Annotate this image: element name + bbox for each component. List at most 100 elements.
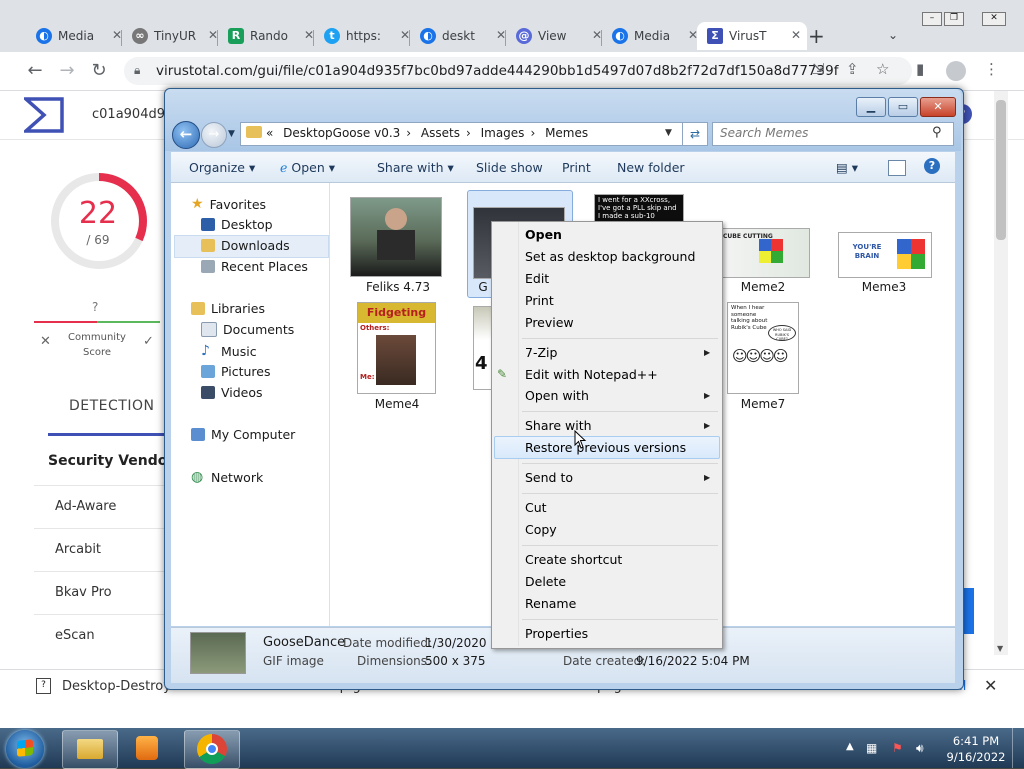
start-button[interactable] — [6, 730, 44, 768]
tab-media-2[interactable]: ◐ Media ✕ — [602, 22, 704, 50]
explorer-back-icon[interactable]: ← — [172, 121, 200, 149]
profile-avatar[interactable] — [946, 61, 966, 81]
menu-item-copy[interactable]: Copy — [525, 522, 557, 537]
nav-favorites[interactable]: ★ Favorites — [191, 196, 266, 212]
nav-network[interactable]: ◍ Network — [191, 469, 263, 485]
nav-music[interactable]: ♪ Music — [201, 343, 257, 359]
bookmark-star-icon[interactable]: ☆ — [876, 60, 889, 78]
file-thumbnail[interactable]: 4 — [473, 306, 492, 390]
breadcrumb-item[interactable]: Assets — [421, 126, 460, 140]
tab-random[interactable]: R Rando ✕ — [218, 22, 320, 50]
menu-item-open-with[interactable]: Open with — [525, 388, 589, 403]
vote-harmless-icon[interactable]: ✓ — [143, 334, 154, 349]
file-thumbnail[interactable]: Fidgeting Others: Me: — [357, 302, 436, 394]
tab-view[interactable]: @ View ✕ — [506, 22, 608, 50]
menu-item-restore-previous-versions[interactable]: Restore previous versions — [525, 440, 686, 455]
menu-kebab-icon[interactable]: ⋮ — [984, 60, 999, 78]
menu-item-edit-notepadpp[interactable]: Edit with Notepad++ — [525, 367, 658, 382]
nav-my-computer[interactable]: My Computer — [191, 427, 295, 442]
menu-item-create-shortcut[interactable]: Create shortcut — [525, 552, 622, 567]
menu-item-rename[interactable]: Rename — [525, 596, 576, 611]
file-name[interactable]: Meme3 — [834, 280, 934, 294]
new-tab-button[interactable]: + — [808, 24, 825, 48]
close-download-bar-icon[interactable]: ✕ — [984, 676, 997, 695]
explorer-forward-icon[interactable]: → — [201, 122, 227, 148]
back-arrow-icon[interactable]: ← — [22, 58, 48, 84]
menu-item-set-desktop-background[interactable]: Set as desktop background — [525, 249, 695, 264]
file-thumbnail[interactable]: I went for a XXcross, I've got a PLL ski… — [594, 194, 684, 222]
page-scroll-thumb[interactable] — [996, 100, 1006, 240]
tray-network-icon[interactable]: ▦ — [866, 741, 877, 755]
refresh-icon[interactable]: ⇄ — [682, 122, 708, 146]
vote-malicious-icon[interactable]: ✕ — [40, 334, 51, 349]
help-icon[interactable]: ? — [924, 158, 940, 174]
file-thumbnail[interactable]: YOU'RE BRAIN — [838, 232, 932, 278]
taskbar-chrome-button[interactable] — [184, 730, 240, 769]
menu-item-delete[interactable]: Delete — [525, 574, 566, 589]
taskbar-explorer-button[interactable] — [62, 730, 118, 769]
menu-item-open[interactable]: Open — [525, 227, 562, 242]
install-icon[interactable]: ⇲ — [812, 60, 825, 78]
nav-documents[interactable]: Documents — [201, 322, 294, 337]
file-name[interactable]: Meme2 — [713, 280, 813, 294]
minimize-icon[interactable]: – — [922, 12, 942, 26]
preview-pane-icon[interactable] — [888, 160, 906, 176]
nav-pictures[interactable]: Pictures — [201, 364, 271, 379]
breadcrumb-overflow[interactable]: « — [266, 126, 273, 140]
tab-search-icon[interactable]: ⌄ — [888, 28, 898, 42]
share-icon[interactable]: ⇪ — [846, 60, 859, 78]
breadcrumb-item[interactable]: Images — [481, 126, 525, 140]
file-name[interactable]: Feliks 4.73 — [348, 280, 448, 294]
breadcrumb-item[interactable]: DesktopGoose v0.3 — [283, 126, 400, 140]
nav-recent-places[interactable]: Recent Places — [201, 259, 308, 274]
scroll-down-icon[interactable]: ▼ — [997, 644, 1003, 653]
organize-button[interactable]: Organize ▾ — [189, 160, 255, 175]
side-panel-icon[interactable]: ▮ — [916, 60, 924, 78]
slide-show-button[interactable]: Slide show — [476, 160, 543, 175]
tray-volume-icon[interactable]: 🔊︎ — [916, 741, 924, 756]
print-button[interactable]: Print — [562, 160, 591, 175]
menu-item-7zip[interactable]: 7-Zip — [525, 345, 557, 360]
open-button[interactable]: ℯ Open ▾ — [280, 160, 335, 175]
explorer-minimize-icon[interactable]: ▁ — [856, 97, 886, 117]
tab-tinyurl[interactable]: ∞ TinyUR ✕ — [122, 22, 224, 50]
address-dropdown-icon[interactable]: ▼ — [665, 128, 672, 138]
reload-icon[interactable]: ↻ — [86, 58, 112, 84]
virustotal-logo-icon[interactable] — [24, 97, 64, 133]
nav-desktop[interactable]: Desktop — [201, 217, 273, 232]
tab-close-icon[interactable]: ✕ — [791, 28, 801, 42]
explorer-maximize-icon[interactable]: ▭ — [888, 97, 918, 117]
menu-item-edit[interactable]: Edit — [525, 271, 549, 286]
menu-item-cut[interactable]: Cut — [525, 500, 547, 515]
share-with-button[interactable]: Share with ▾ — [377, 160, 454, 175]
tab-media-1[interactable]: ◐ Media ✕ — [26, 22, 128, 50]
close-window-icon[interactable]: ✕ — [982, 12, 1006, 26]
forward-arrow-icon[interactable]: → — [54, 58, 80, 84]
file-name[interactable]: Meme4 — [347, 397, 447, 411]
show-desktop-button[interactable] — [1012, 728, 1024, 768]
tab-virustotal[interactable]: Σ VirusT ✕ — [697, 22, 807, 50]
menu-item-send-to[interactable]: Send to — [525, 470, 573, 485]
file-thumbnail[interactable]: When I hear someone talking about Rubik'… — [727, 302, 799, 394]
nav-videos[interactable]: Videos — [201, 385, 263, 400]
file-thumbnail[interactable]: CUBE CUTTING — [718, 228, 810, 278]
breadcrumb-item[interactable]: Memes — [545, 126, 588, 140]
nav-downloads[interactable]: Downloads — [201, 238, 290, 253]
explorer-close-icon[interactable]: ✕ — [920, 97, 956, 117]
tray-clock[interactable]: 6:41 PM 9/16/2022 — [946, 733, 1006, 765]
show-hidden-icons[interactable]: ▲ — [846, 741, 854, 752]
file-name[interactable]: Meme7 — [713, 397, 813, 411]
tab-desktop[interactable]: ◐ deskt ✕ — [410, 22, 512, 50]
menu-item-properties[interactable]: Properties — [525, 626, 588, 641]
menu-item-preview[interactable]: Preview — [525, 315, 574, 330]
menu-item-print[interactable]: Print — [525, 293, 554, 308]
nav-libraries[interactable]: Libraries — [191, 301, 265, 316]
view-options-icon[interactable]: ▤ ▾ — [836, 160, 858, 175]
taskbar-media-player-button[interactable] — [132, 732, 162, 764]
recent-pages-chevron-icon[interactable]: ▼ — [228, 129, 235, 139]
new-folder-button[interactable]: New folder — [617, 160, 685, 175]
file-thumbnail[interactable] — [350, 197, 442, 277]
search-icon[interactable]: ⚲ — [932, 125, 942, 140]
tray-flag-icon[interactable]: ⚑ — [892, 741, 903, 755]
restore-icon[interactable]: ❐ — [944, 12, 964, 26]
